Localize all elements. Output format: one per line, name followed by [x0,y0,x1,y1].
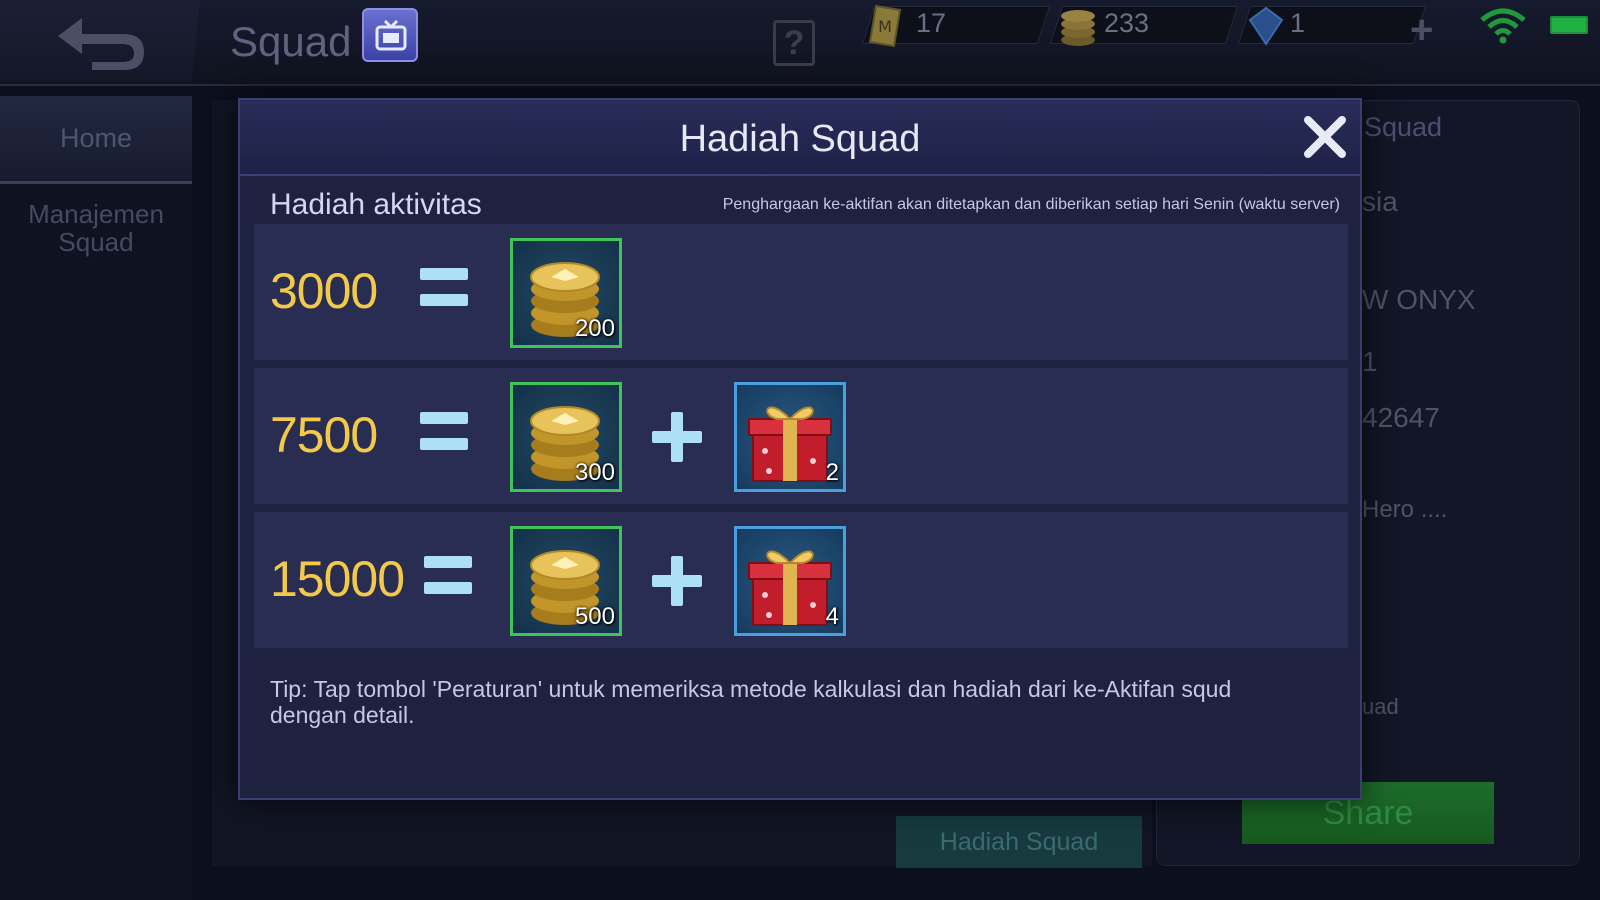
squad-tab-label[interactable]: Squad [1364,112,1442,143]
reward-row: 3000 200 [254,224,1348,360]
sidebar-item-manajemen-squad[interactable]: Manajemen Squad [0,200,192,256]
squad-level-text: 1 [1362,346,1378,377]
tip-text: Tip: Tap tombol 'Peraturan' untuk memeri… [270,676,1232,728]
back-arrow-icon [58,18,144,70]
ticket-icon: M [868,4,902,48]
squad-footer-text: uad [1362,694,1399,719]
top-bar: Squad ? M 17 233 1 + [0,0,1600,86]
equals-icon [420,268,468,308]
section-title: Hadiah aktivitas [270,188,482,221]
ticket-count: 17 [916,8,947,38]
reward-item[interactable]: 500 [510,526,622,636]
tv-icon[interactable] [362,8,418,62]
reward-item[interactable]: 300 [510,382,622,492]
reward-item[interactable]: 2 [734,382,846,492]
hadiah-squad-button[interactable]: Hadiah Squad [896,816,1142,868]
back-button[interactable] [0,0,200,82]
diamond-icon [1248,6,1284,46]
svg-text:M: M [878,17,892,36]
close-button[interactable] [1302,114,1348,160]
battle-point-count: 233 [1104,8,1150,38]
section-note: Penghargaan ke-aktifan akan ditetapkan d… [722,196,1340,213]
add-diamond-button[interactable]: + [1410,8,1433,53]
close-icon [1304,116,1346,158]
reward-row: 7500 300 2 [254,368,1348,504]
diamond-count: 1 [1290,8,1306,38]
reward-row: 15000 500 4 [254,512,1348,648]
hadiah-squad-dialog: Hadiah Squad Hadiah aktivitas Penghargaa… [238,98,1362,800]
item-count: 300 [574,459,615,486]
wifi-icon [1480,8,1526,44]
reward-item[interactable]: 200 [510,238,622,348]
squad-region-text: sia [1362,186,1398,217]
activity-points: 3000 [270,263,378,319]
squad-name-text: W ONYX [1362,284,1476,315]
sidebar-item-home[interactable]: Home [0,96,192,184]
item-count: 2 [825,459,839,486]
screen-title: Squad [230,18,352,65]
equals-icon [420,412,468,452]
item-count: 500 [574,603,615,630]
dialog-title: Hadiah Squad [679,118,921,160]
reward-item[interactable]: 4 [734,526,846,636]
sidebar: Home Manajemen Squad [0,96,192,900]
plus-icon [652,412,702,462]
plus-icon [652,556,702,606]
battery-icon [1550,16,1588,34]
help-icon[interactable]: ? [773,20,815,66]
activity-points: 7500 [270,407,378,463]
activity-points: 15000 [270,551,405,607]
item-count: 200 [574,315,615,342]
battle-point-icon [1061,10,1095,46]
dialog-header: Hadiah Squad [240,100,1360,176]
squad-description-text: Hero .... [1362,496,1448,523]
squad-id-text: 42647 [1362,402,1440,433]
equals-icon [424,556,472,596]
item-count: 4 [825,603,839,630]
